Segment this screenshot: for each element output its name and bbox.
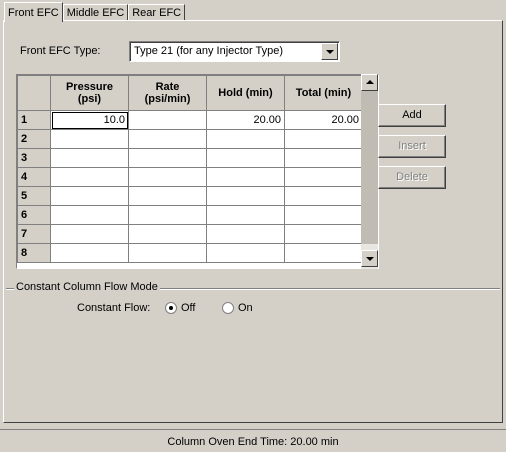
table-row: 4 — [17, 167, 363, 187]
dropdown-button[interactable] — [321, 43, 338, 60]
table-cell[interactable] — [128, 186, 207, 206]
table-cell[interactable] — [128, 205, 207, 225]
table-cell[interactable] — [206, 148, 285, 168]
table-cell[interactable] — [50, 167, 129, 187]
table-cell[interactable] — [50, 129, 129, 149]
table-cell[interactable] — [128, 224, 207, 244]
grid-vertical-scrollbar[interactable] — [361, 74, 378, 269]
table-cell[interactable] — [50, 148, 129, 168]
radio-off[interactable]: Off — [165, 302, 195, 314]
chevron-down-icon — [326, 50, 334, 54]
row-header[interactable]: 7 — [17, 224, 51, 244]
header-total: Total (min) — [284, 75, 363, 111]
pressure-program-grid: Pressure (psi) Rate (psi/min) Hold (min) T… — [16, 74, 379, 269]
insert-button[interactable]: Insert — [378, 135, 446, 158]
efc-type-label: Front EFC Type: — [20, 45, 101, 57]
row-header[interactable]: 3 — [17, 148, 51, 168]
table-cell[interactable]: 20.00 — [284, 110, 363, 130]
table-row: 7 — [17, 224, 363, 244]
row-header[interactable]: 4 — [17, 167, 51, 187]
row-header[interactable]: 8 — [17, 243, 51, 263]
table-cell[interactable] — [284, 148, 363, 168]
table-row: 3 — [17, 148, 363, 168]
radio-selected-dot — [169, 306, 173, 310]
table-row: 6 — [17, 205, 363, 225]
table-cell[interactable] — [206, 129, 285, 149]
pressure-table: Pressure (psi) Rate (psi/min) Hold (min) T… — [17, 75, 363, 263]
table-header-row: Pressure (psi) Rate (psi/min) Hold (min) T… — [17, 75, 363, 111]
header-corner[interactable] — [17, 75, 51, 111]
header-pressure: Pressure (psi) — [50, 75, 129, 111]
add-button[interactable]: Add — [378, 104, 446, 127]
radio-on-circle[interactable] — [222, 302, 234, 314]
radio-on-label: On — [238, 302, 253, 314]
scroll-up-button[interactable] — [361, 74, 378, 91]
radio-off-circle[interactable] — [165, 302, 177, 314]
row-header[interactable]: 1 — [17, 110, 51, 130]
row-header[interactable]: 5 — [17, 186, 51, 206]
table-row: 5 — [17, 186, 363, 206]
table-cell[interactable] — [206, 243, 285, 263]
table-cell[interactable] — [128, 167, 207, 187]
radio-off-label: Off — [181, 302, 196, 314]
header-hold: Hold (min) — [206, 75, 285, 111]
table-row: 2 — [17, 129, 363, 149]
status-bar: Column Oven End Time: 20.00 min — [0, 429, 506, 452]
delete-button[interactable]: Delete — [378, 166, 446, 189]
scroll-down-button[interactable] — [361, 250, 378, 267]
row-header[interactable]: 2 — [17, 129, 51, 149]
efc-type-value: Type 21 (for any Injector Type) — [134, 45, 283, 57]
efc-type-dropdown[interactable]: Type 21 (for any Injector Type) — [129, 41, 340, 62]
table-cell[interactable] — [284, 224, 363, 244]
table-cell[interactable]: 10.0 — [50, 110, 129, 130]
arrow-down-icon — [366, 257, 374, 261]
table-cell[interactable] — [128, 243, 207, 263]
table-cell[interactable] — [284, 186, 363, 206]
table-cell[interactable] — [284, 129, 363, 149]
table-cell[interactable]: 20.00 — [206, 110, 285, 130]
group-title: Constant Column Flow Mode — [14, 281, 160, 293]
table-cell[interactable] — [284, 167, 363, 187]
radio-on[interactable]: On — [222, 302, 253, 314]
constant-flow-label: Constant Flow: — [77, 302, 151, 314]
table-cell[interactable] — [50, 205, 129, 225]
table-cell[interactable] — [50, 186, 129, 206]
table-cell[interactable] — [284, 243, 363, 263]
header-rate: Rate (psi/min) — [128, 75, 207, 111]
table-row: 1 10.0 20.00 20.00 — [17, 110, 363, 130]
table-cell[interactable] — [50, 243, 129, 263]
status-text: Column Oven End Time: 20.00 min — [167, 436, 339, 448]
tab-front-efc[interactable]: Front EFC — [4, 2, 63, 22]
table-cell[interactable] — [284, 205, 363, 225]
arrow-up-icon — [366, 80, 374, 84]
scroll-thumb[interactable] — [361, 91, 378, 244]
table-cell[interactable] — [50, 224, 129, 244]
table-cell[interactable] — [128, 148, 207, 168]
table-cell[interactable] — [206, 205, 285, 225]
table-cell[interactable] — [206, 186, 285, 206]
table-cell[interactable] — [206, 224, 285, 244]
table-cell[interactable] — [206, 167, 285, 187]
tab-rear-efc[interactable]: Rear EFC — [128, 4, 186, 21]
table-cell[interactable] — [128, 129, 207, 149]
table-row: 8 — [17, 243, 363, 263]
table-cell[interactable] — [128, 110, 207, 130]
tab-middle-efc[interactable]: Middle EFC — [62, 4, 129, 21]
row-header[interactable]: 6 — [17, 205, 51, 225]
